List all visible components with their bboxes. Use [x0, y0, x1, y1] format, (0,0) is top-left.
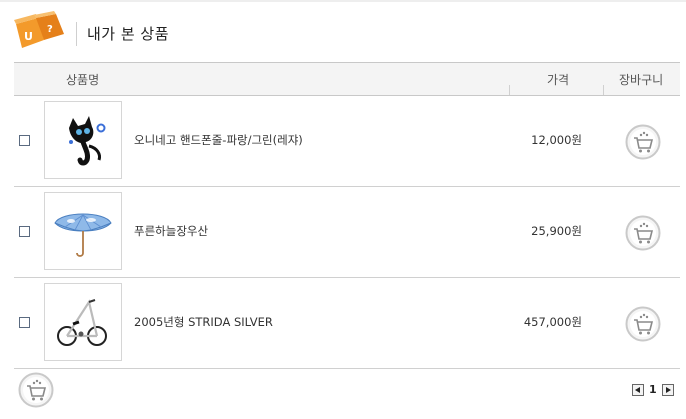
add-to-cart-icon[interactable]	[625, 215, 661, 251]
product-name-link[interactable]: 오니네고 핸드폰줄-파랑/그린(레쟈)	[134, 132, 303, 148]
product-price: 25,900원	[531, 224, 582, 238]
product-thumbnail[interactable]	[44, 101, 122, 179]
top-border	[0, 0, 686, 2]
prev-page-button[interactable]	[632, 384, 644, 396]
select-checkbox[interactable]	[19, 226, 30, 237]
column-header-cart: 장바구니	[619, 73, 664, 87]
column-header-price: 가격	[547, 73, 570, 87]
add-to-cart-icon[interactable]	[625, 124, 661, 160]
product-price: 12,000원	[531, 133, 582, 147]
add-to-cart-icon[interactable]	[625, 306, 661, 342]
svg-text:U: U	[24, 30, 33, 43]
pagination: 1	[632, 383, 674, 398]
table-row: 2005년형 STRIDA SILVER 457,000원	[14, 278, 680, 369]
chevron-left-icon	[635, 387, 640, 393]
product-thumbnail[interactable]	[44, 192, 122, 270]
product-thumbnail[interactable]	[44, 283, 122, 361]
orange-box-logo-icon: U ?	[14, 11, 64, 48]
table-footer: 1	[14, 370, 680, 410]
svg-text:?: ?	[47, 24, 53, 35]
product-name-link[interactable]: 푸른하늘장우산	[134, 223, 208, 239]
recent-products-table: 상품명 가격 장바구니 오니네고 핸드폰줄-파랑/그린(레쟈) 12,000원	[14, 62, 680, 369]
table-header: 상품명 가격 장바구니	[14, 62, 680, 96]
black-cat-phone-strap-image	[69, 116, 106, 166]
next-page-button[interactable]	[662, 384, 674, 396]
recently-viewed-header: U ? 내가 본 상품	[14, 10, 674, 56]
select-checkbox[interactable]	[19, 317, 30, 328]
table-row: 오니네고 핸드폰줄-파랑/그린(레쟈) 12,000원	[14, 96, 680, 187]
table-row: 푸른하늘장우산 25,900원	[14, 187, 680, 278]
header-divider	[76, 22, 77, 46]
strida-bicycle-image	[57, 299, 107, 346]
select-checkbox[interactable]	[19, 135, 30, 146]
product-price: 457,000원	[523, 315, 582, 329]
product-name-link[interactable]: 2005년형 STRIDA SILVER	[134, 314, 273, 330]
chevron-right-icon	[666, 387, 671, 393]
page-title: 내가 본 상품	[87, 25, 170, 43]
add-selected-to-cart-icon[interactable]	[18, 372, 54, 408]
column-header-name: 상품명	[66, 73, 100, 87]
column-separator	[509, 85, 510, 95]
current-page-number[interactable]: 1	[649, 383, 657, 396]
column-separator	[603, 85, 604, 95]
sky-umbrella-image	[54, 213, 112, 257]
